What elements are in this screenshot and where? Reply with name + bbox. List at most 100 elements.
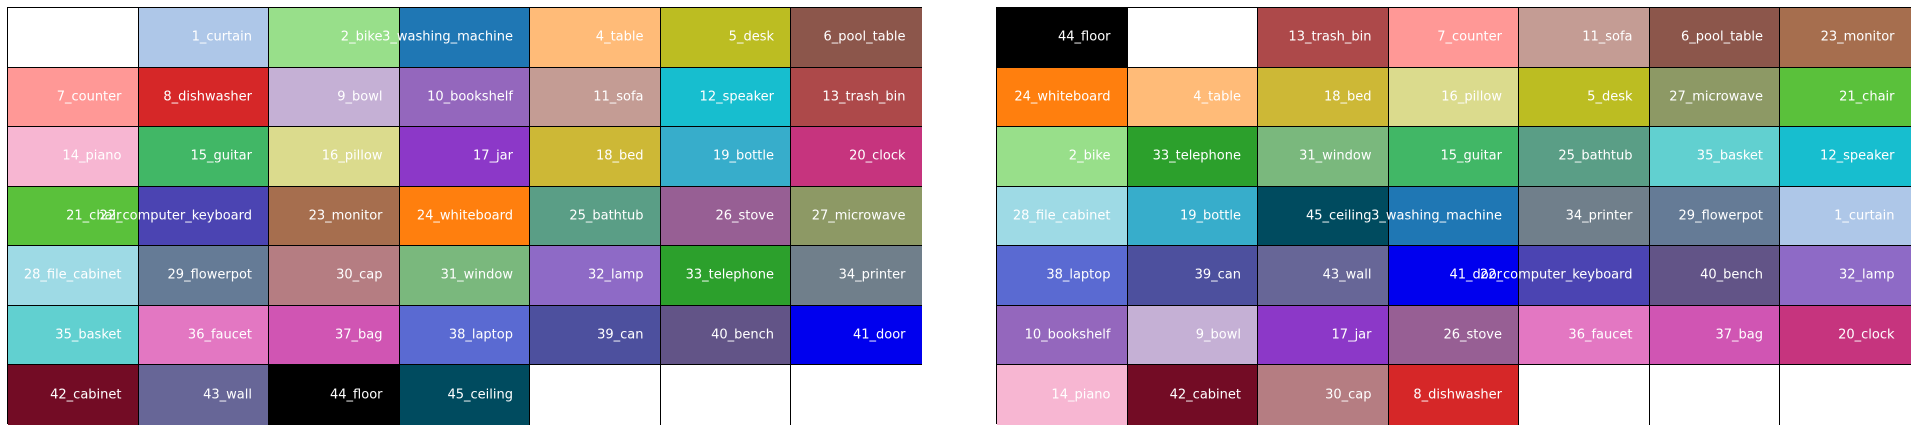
swatch-label: 25_bathtub bbox=[1558, 148, 1633, 164]
color-swatch-cell: 7_counter bbox=[8, 67, 139, 127]
swatch-label: 11_sofa bbox=[593, 89, 644, 105]
color-swatch-cell: 9_bowl bbox=[269, 67, 400, 127]
color-swatch-cell: 18_bed bbox=[1258, 67, 1389, 127]
swatch-label: 42_cabinet bbox=[50, 387, 122, 403]
swatch-label: 44_floor bbox=[330, 387, 383, 403]
swatch-label: 30_cap bbox=[336, 267, 383, 283]
color-swatch-cell: 41_door bbox=[791, 305, 922, 365]
swatch-label: 31_window bbox=[1299, 148, 1372, 164]
color-swatch-cell: 11_sofa bbox=[530, 67, 661, 127]
swatch-label: 26_stove bbox=[715, 208, 774, 224]
color-swatch-cell: 25_bathtub bbox=[1519, 127, 1650, 187]
color-swatch-cell: 3_washing_machine bbox=[382, 8, 530, 68]
color-swatch-cell: 33_telephone bbox=[1127, 127, 1258, 187]
swatch-label: 7_counter bbox=[1437, 29, 1502, 45]
swatch-label: 37_bag bbox=[334, 327, 383, 343]
color-swatch-cell: 17_jar bbox=[399, 127, 530, 187]
color-swatch-cell: 30_cap bbox=[269, 246, 400, 306]
color-swatch-cell: 28_file_cabinet bbox=[997, 186, 1128, 246]
color-swatch-cell: 43_wall bbox=[138, 365, 269, 425]
swatch-label: 17_jar bbox=[473, 148, 513, 164]
color-swatch-cell: 14_piano bbox=[997, 365, 1128, 425]
swatch-label: 21_chair bbox=[1839, 89, 1895, 105]
color-swatch-cell: 32_lamp bbox=[1780, 246, 1911, 306]
color-swatch-cell: 4_table bbox=[530, 8, 661, 68]
swatch-label: 4_table bbox=[1193, 89, 1241, 105]
color-swatch-cell: 43_wall bbox=[1258, 246, 1389, 306]
swatch-label: 24_whiteboard bbox=[1014, 89, 1111, 105]
swatch-label: 13_trash_bin bbox=[822, 89, 906, 105]
color-swatch-cell: 1_curtain bbox=[138, 8, 269, 68]
swatch-label: 45_ceiling bbox=[447, 387, 513, 403]
color-swatch-cell: 40_bench bbox=[1649, 246, 1780, 306]
color-swatch-cell: 5_desk bbox=[1519, 67, 1650, 127]
swatch-label: 35_basket bbox=[55, 327, 122, 343]
swatch-label: 45_ceiling bbox=[1305, 208, 1372, 224]
color-swatch-cell: 33_telephone bbox=[660, 246, 791, 306]
swatch-label: 44_floor bbox=[1058, 29, 1111, 45]
color-swatch-cell: 35_basket bbox=[1649, 127, 1780, 187]
swatch-label: 24_whiteboard bbox=[416, 208, 513, 224]
color-swatch-cell: 1_curtain bbox=[1780, 186, 1911, 246]
swatch-label: 36_faucet bbox=[187, 327, 252, 343]
swatch-label: 25_bathtub bbox=[569, 208, 644, 224]
swatch-label: 28_file_cabinet bbox=[23, 267, 122, 283]
empty-cell bbox=[1127, 8, 1258, 68]
left-color-grid: 1_curtain 2_bike 3_washing_machine 4_table 5… bbox=[7, 7, 922, 425]
swatch-label: 13_trash_bin bbox=[1288, 29, 1372, 45]
color-swatch-cell: 45_ceiling bbox=[1258, 186, 1389, 246]
color-swatch-cell: 37_bag bbox=[1649, 305, 1780, 365]
swatch-label: 15_guitar bbox=[190, 148, 252, 164]
swatch-label: 31_window bbox=[440, 267, 513, 283]
swatch-label: 34_printer bbox=[1565, 208, 1633, 224]
swatch-label: 5_desk bbox=[728, 29, 774, 45]
color-swatch-cell: 7_counter bbox=[1388, 8, 1519, 68]
swatch-label: 15_guitar bbox=[1440, 148, 1502, 164]
swatch-label: 7_counter bbox=[56, 89, 122, 105]
color-swatch-cell: 6_pool_table bbox=[1649, 8, 1780, 68]
swatch-label: 28_file_cabinet bbox=[1012, 208, 1111, 224]
empty-cell bbox=[1519, 365, 1650, 425]
swatch-label: 1_curtain bbox=[1834, 208, 1895, 224]
color-swatch-cell: 36_faucet bbox=[138, 305, 269, 365]
swatch-label: 6_pool_table bbox=[823, 29, 906, 45]
color-swatch-cell: 44_floor bbox=[997, 8, 1128, 68]
swatch-label: 29_flowerpot bbox=[167, 267, 252, 283]
swatch-label: 16_pillow bbox=[321, 148, 383, 164]
swatch-label: 29_flowerpot bbox=[1678, 208, 1763, 224]
swatch-label: 12_speaker bbox=[699, 89, 774, 105]
swatch-label: 9_bowl bbox=[1195, 327, 1241, 343]
swatch-label: 3_washing_machine bbox=[382, 29, 513, 45]
color-swatch-cell: 8_dishwasher bbox=[1388, 365, 1519, 425]
swatch-label: 30_cap bbox=[1325, 387, 1372, 403]
color-swatch-cell: 13_trash_bin bbox=[791, 67, 922, 127]
color-swatch-cell: 27_microwave bbox=[1649, 67, 1780, 127]
swatch-label: 19_bottle bbox=[712, 148, 774, 164]
swatch-label: 19_bottle bbox=[1179, 208, 1241, 224]
color-swatch-cell: 14_piano bbox=[8, 127, 139, 187]
swatch-label: 10_bookshelf bbox=[427, 89, 513, 105]
color-swatch-cell: 8_dishwasher bbox=[138, 67, 269, 127]
swatch-label: 20_clock bbox=[849, 148, 906, 164]
color-swatch-cell: 12_speaker bbox=[660, 67, 791, 127]
color-swatch-cell: 10_bookshelf bbox=[997, 305, 1128, 365]
color-swatch-cell: 15_guitar bbox=[1388, 127, 1519, 187]
color-swatch-cell: 37_bag bbox=[269, 305, 400, 365]
color-swatch-cell: 32_lamp bbox=[530, 246, 661, 306]
color-swatch-cell: 17_jar bbox=[1258, 305, 1389, 365]
swatch-label: 2_bike bbox=[340, 29, 383, 45]
color-swatch-cell: 21_chair bbox=[1780, 67, 1911, 127]
swatch-label: 23_monitor bbox=[1820, 29, 1895, 45]
color-swatch-cell: 16_pillow bbox=[1388, 67, 1519, 127]
swatch-label: 33_telephone bbox=[685, 267, 774, 283]
color-swatch-cell: 20_clock bbox=[791, 127, 922, 187]
color-swatch-cell: 31_window bbox=[1258, 127, 1389, 187]
color-swatch-cell: 12_speaker bbox=[1780, 127, 1911, 187]
color-swatch-cell: 16_pillow bbox=[269, 127, 400, 187]
color-swatch-cell: 3_washing_machine bbox=[1371, 186, 1519, 246]
color-swatch-cell: 28_file_cabinet bbox=[8, 246, 139, 306]
color-swatch-cell: 38_laptop bbox=[997, 246, 1128, 306]
color-swatch-cell: 23_monitor bbox=[269, 186, 400, 246]
swatch-label: 18_bed bbox=[595, 148, 644, 164]
color-swatch-cell: 20_clock bbox=[1780, 305, 1911, 365]
